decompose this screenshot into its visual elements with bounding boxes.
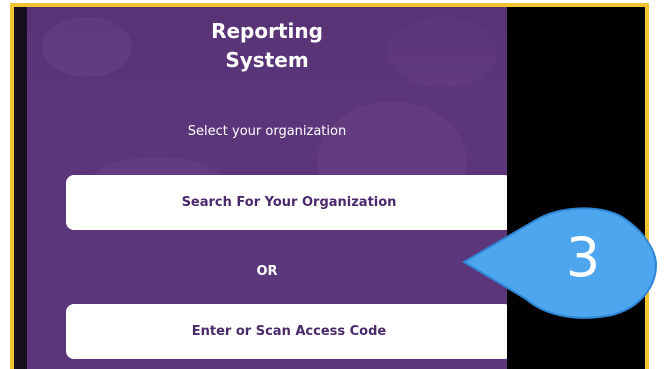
access-code-button-label: Enter or Scan Access Code: [191, 324, 387, 339]
select-organization-prompt: Select your organization: [187, 124, 347, 139]
step-number: 3: [565, 226, 601, 289]
app-screen: Reporting System Select your organizatio…: [27, 7, 507, 369]
search-organization-button[interactable]: Search For Your Organization: [66, 175, 507, 230]
or-divider-text: OR: [256, 264, 278, 279]
search-organization-button-label: Search For Your Organization: [181, 195, 397, 210]
access-code-button[interactable]: Enter or Scan Access Code: [66, 304, 507, 359]
left-edge-strip: [14, 7, 27, 369]
app-title: Reporting System: [211, 19, 323, 72]
screenshot-stage: Reporting System Select your organizatio…: [0, 0, 664, 369]
